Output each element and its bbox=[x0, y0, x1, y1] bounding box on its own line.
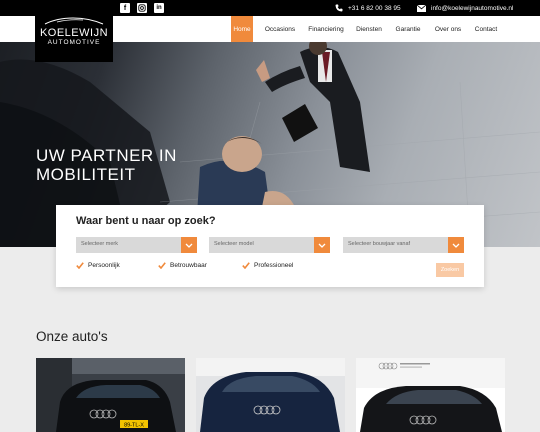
search-button[interactable]: Zoeken bbox=[436, 263, 464, 277]
car-card[interactable]: 89-TL-X bbox=[36, 358, 185, 432]
phone-contact[interactable]: +31 6 82 00 38 95 bbox=[335, 3, 401, 13]
usp-label: Professioneel bbox=[254, 262, 294, 269]
facebook-icon[interactable]: f bbox=[120, 3, 130, 13]
nav-diensten[interactable]: Diensten bbox=[354, 16, 384, 42]
chevron-down-icon bbox=[314, 237, 330, 253]
car-photo bbox=[196, 358, 345, 432]
search-title: Waar bent u naar op zoek? bbox=[76, 215, 216, 227]
car-card[interactable] bbox=[196, 358, 345, 432]
chevron-down-icon bbox=[448, 237, 464, 253]
license-plate: 89-TL-X bbox=[124, 423, 144, 429]
instagram-icon[interactable] bbox=[137, 3, 147, 13]
usp-item: Persoonlijk bbox=[76, 262, 120, 269]
nav-garantie[interactable]: Garantie bbox=[393, 16, 423, 42]
linkedin-icon[interactable]: in bbox=[154, 3, 164, 13]
nav-over-ons[interactable]: Over ons bbox=[432, 16, 464, 42]
nav-contact[interactable]: Contact bbox=[472, 16, 500, 42]
logo-main-text: KOELEWIJN bbox=[39, 26, 109, 39]
nav-home[interactable]: Home bbox=[231, 16, 253, 42]
check-icon bbox=[242, 262, 250, 269]
car-photo bbox=[356, 358, 505, 432]
select-model[interactable]: Selecteer model bbox=[209, 237, 330, 253]
chevron-down-icon bbox=[181, 237, 197, 253]
phone-number[interactable]: +31 6 82 00 38 95 bbox=[348, 5, 401, 12]
mail-icon bbox=[417, 4, 426, 12]
select-bouwjaar[interactable]: Selecteer bouwjaar vanaf bbox=[343, 237, 464, 253]
nav-financiering[interactable]: Financiering bbox=[306, 16, 346, 42]
usp-item: Betrouwbaar bbox=[158, 262, 207, 269]
phone-icon bbox=[335, 4, 343, 12]
usp-item: Professioneel bbox=[242, 262, 293, 269]
hero-title: UW PARTNER IN MOBILITEIT bbox=[36, 146, 177, 184]
select-model-placeholder: Selecteer model bbox=[214, 241, 254, 247]
logo-sub-text: AUTOMOTIVE bbox=[47, 38, 101, 46]
check-icon bbox=[158, 262, 166, 269]
select-merk-placeholder: Selecteer merk bbox=[81, 241, 118, 247]
search-panel: Waar bent u naar op zoek? Selecteer merk… bbox=[56, 205, 484, 287]
car-photo: 89-TL-X bbox=[36, 358, 185, 432]
email-contact[interactable]: info@koelewijnautomotive.nl bbox=[417, 3, 513, 13]
select-bouwjaar-placeholder: Selecteer bouwjaar vanaf bbox=[348, 241, 411, 247]
check-icon bbox=[76, 262, 84, 269]
usp-label: Betrouwbaar bbox=[170, 262, 207, 269]
car-logo-icon bbox=[44, 17, 104, 25]
usp-label: Persoonlijk bbox=[88, 262, 120, 269]
car-card[interactable] bbox=[356, 358, 505, 432]
select-merk[interactable]: Selecteer merk bbox=[76, 237, 197, 253]
nav-occasions[interactable]: Occasions bbox=[262, 16, 298, 42]
section-title: Onze auto's bbox=[36, 329, 108, 344]
email-address[interactable]: info@koelewijnautomotive.nl bbox=[431, 5, 513, 12]
site-logo[interactable]: KOELEWIJN AUTOMOTIVE bbox=[35, 0, 113, 62]
